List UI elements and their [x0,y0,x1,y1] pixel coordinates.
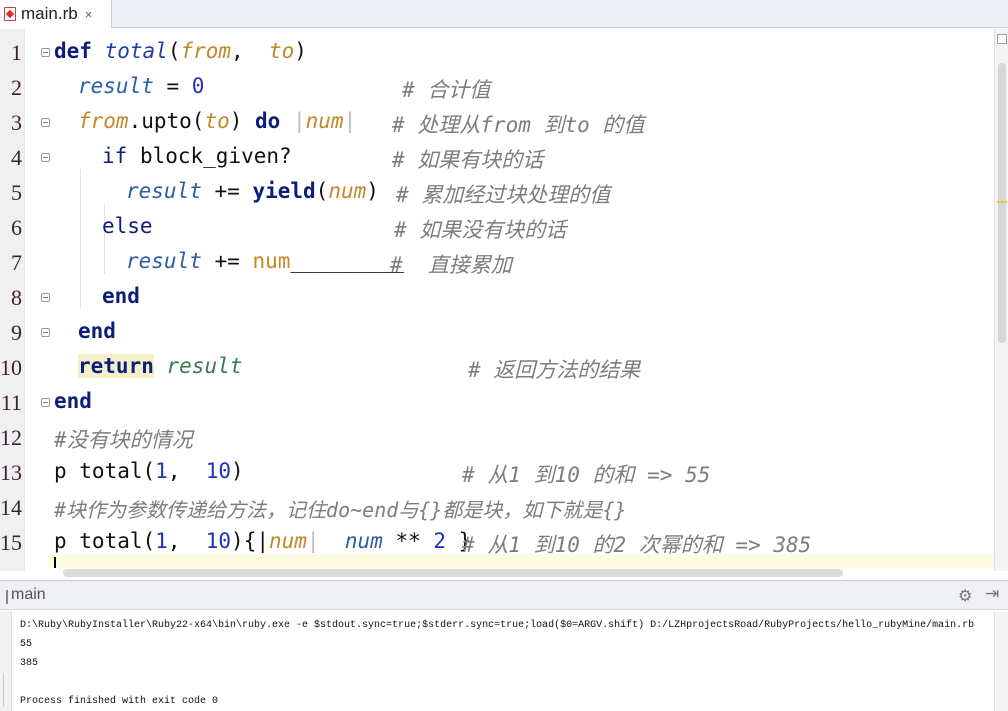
scrollbar-thumb[interactable] [63,569,843,577]
scrollbar-thumb[interactable] [998,63,1006,343]
code-line-6: 6 else # 如果没有块的话 [0,210,994,245]
code-comment: #块作为参数传递给方法，记住do~end与{}都是块，如下就是{} [54,498,627,522]
code-text: def total(from, to) [54,39,307,63]
run-toolbar [0,611,12,711]
line-number: 4 [11,145,22,170]
line-number: 8 [11,285,22,310]
warning-marker[interactable] [997,201,1007,203]
fold-marker-icon[interactable] [41,153,50,162]
code-line-11: 11 end [0,385,994,420]
line-number: 11 [0,390,22,415]
ruby-file-icon [4,7,16,21]
code-comment: # 如果有块的话 [392,148,544,172]
code-text: result += num_________ [126,249,405,273]
code-comment: # 处理从from 到to 的值 [392,113,645,137]
code-line-9: 9 end [0,315,994,350]
line-number: 6 [11,215,22,240]
console-line: D:\Ruby\RubyInstaller\Ruby22-x64\bin\rub… [20,620,975,631]
code-line-13: 13 p total(1, 10) # 从1 到10 的和 => 55 [0,455,994,490]
code-line-2: 2 result = 0 # 合计值 [0,70,994,105]
console-vertical-scrollbar[interactable] [994,611,1008,711]
code-editor[interactable]: 1 def total(from, to) 2 result = 0 # 合计值… [0,29,1008,571]
line-number: 12 [0,425,22,450]
console-line: 55 [20,639,33,650]
gear-icon[interactable]: ⚙ [958,586,972,605]
code-text: p total(1, 10){|num| num ** 2 } [54,529,472,553]
code-text: from.upto(to) do |num| [78,109,357,133]
run-console-output[interactable]: D:\Ruby\RubyInstaller\Ruby22-x64\bin\rub… [20,617,980,711]
code-comment: # 从1 到10 的2 次幂的和 => 385 [462,533,812,557]
fold-marker-icon[interactable] [41,48,50,57]
run-config-label[interactable]: main [11,586,46,604]
run-tool-window-header: main ⚙ ⇥ [0,580,1008,610]
fold-marker-icon[interactable] [41,398,50,407]
fold-indicator [3,673,8,707]
code-line-15: 15 p total(1, 10){|num| num ** 2 } # 从1 … [0,525,994,560]
code-line-7: 7 result += num_________ # 直接累加 [0,245,994,280]
code-line-10: 10 return result # 返回方法的结果 [0,350,994,385]
code-line-4: 4 if block_given? # 如果有块的话 [0,140,994,175]
code-line-1: 1 def total(from, to) [0,35,994,70]
line-number: 13 [0,460,22,485]
line-number: 9 [11,320,22,345]
code-comment: # 从1 到10 的和 => 55 [462,463,711,487]
editor-tab-bar: main.rb × [0,0,1008,28]
code-text: end [78,319,116,343]
code-comment: # 如果没有块的话 [394,218,567,242]
line-number: 5 [11,180,22,205]
code-text: if block_given? [102,144,292,168]
code-comment: # 累加经过块处理的值 [396,183,611,207]
tab-label: main.rb [21,4,78,23]
code-line-14: 14 #块作为参数传递给方法，记住do~end与{}都是块，如下就是{} [0,490,994,525]
line-number: 10 [0,355,22,380]
code-text: end [54,389,92,413]
code-comment: # 直接累加 [390,253,512,277]
code-line-3: 3 from.upto(to) do |num| # 处理从from 到to 的… [0,105,994,140]
fold-marker-icon[interactable] [41,293,50,302]
fold-marker-icon[interactable] [41,118,50,127]
code-comment: #没有块的情况 [54,428,193,452]
code-line-8: 8 end [0,280,994,315]
code-line-12: 12 #没有块的情况 [0,420,994,455]
line-number: 15 [0,530,22,555]
hide-panel-icon[interactable]: ⇥ [985,584,999,604]
line-number: 14 [0,495,22,520]
line-number: 2 [11,75,22,100]
console-line: Process finished with exit code 0 [20,696,219,707]
line-number: 7 [11,250,22,275]
fold-marker-icon[interactable] [41,328,50,337]
code-text: result = 0 [78,74,205,98]
code-line-5: 5 result += yield(num) # 累加经过块处理的值 [0,175,994,210]
inspection-status-icon[interactable] [997,34,1007,44]
code-text: return result [78,354,243,378]
code-text: else [102,214,153,238]
tab-main-rb[interactable]: main.rb × [0,0,112,28]
line-number: 1 [11,40,22,65]
editor-horizontal-scrollbar[interactable] [48,568,994,578]
editor-vertical-scrollbar[interactable] [994,29,1008,571]
line-number: 3 [11,110,22,135]
run-tab-icon [3,590,8,604]
code-text: p total(1, 10) [54,459,244,483]
code-text: result += yield(num) [126,179,379,203]
code-text: end [102,284,140,308]
code-comment: # 合计值 [402,78,491,102]
close-tab-icon[interactable]: × [85,7,93,22]
code-comment: # 返回方法的结果 [468,358,641,382]
console-line: 385 [20,658,39,669]
